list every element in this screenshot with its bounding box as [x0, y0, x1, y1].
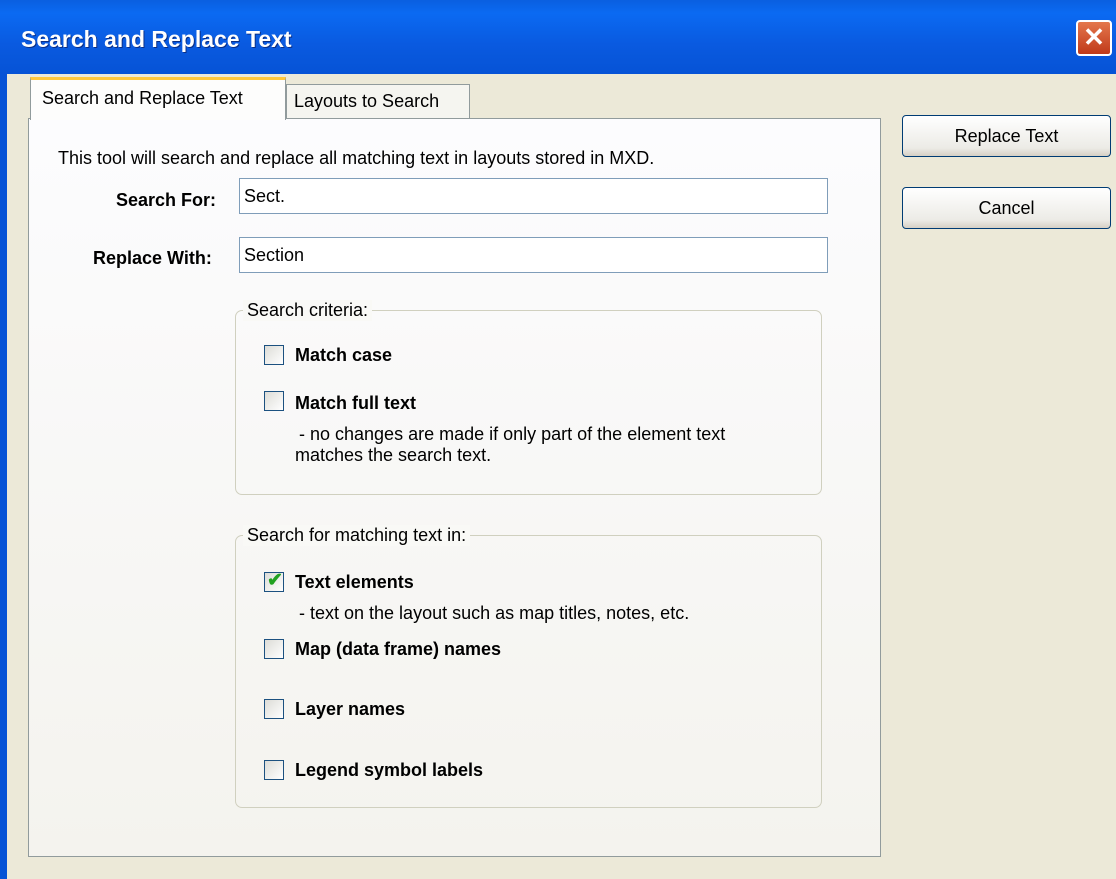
window-frame [0, 74, 7, 879]
layer-names-checkbox[interactable] [264, 699, 284, 719]
close-icon: ✕ [1083, 22, 1105, 52]
checkmark-icon: ✔ [267, 570, 283, 591]
replace-text-button[interactable]: Replace Text [902, 115, 1111, 157]
map-names-checkbox[interactable] [264, 639, 284, 659]
match-full-text-label[interactable]: Match full text [295, 393, 416, 414]
close-button[interactable]: ✕ [1076, 20, 1112, 56]
intro-text: This tool will search and replace all ma… [58, 148, 655, 168]
dialog-window: Search and Replace Text ✕ Layouts to Sea… [0, 0, 1116, 879]
map-names-label[interactable]: Map (data frame) names [295, 639, 501, 660]
tab-layouts-to-search[interactable]: Layouts to Search [286, 84, 470, 119]
match-full-text-note: - no changes are made if only part of th… [299, 424, 726, 444]
text-elements-checkbox[interactable]: ✔ [264, 570, 284, 592]
tab-search-and-replace[interactable]: Search and Replace Text [30, 77, 286, 120]
match-case-checkbox[interactable] [264, 345, 284, 365]
search-criteria-legend: Search criteria: [243, 300, 373, 321]
replace-with-input[interactable] [239, 237, 828, 273]
match-full-text-note-2: matches the search text. [295, 445, 492, 465]
search-for-label: Search For: [116, 190, 217, 210]
title-bar[interactable]: Search and Replace Text ✕ [0, 0, 1116, 74]
text-elements-note: - text on the layout such as map titles,… [299, 603, 690, 623]
legend-symbol-labels-label[interactable]: Legend symbol labels [295, 760, 483, 781]
cancel-button[interactable]: Cancel [902, 187, 1111, 229]
match-full-text-checkbox[interactable] [264, 391, 284, 411]
search-in-legend: Search for matching text in: [243, 525, 471, 546]
match-case-label[interactable]: Match case [295, 345, 392, 366]
replace-with-label: Replace With: [93, 248, 212, 268]
text-elements-label[interactable]: Text elements [295, 572, 414, 593]
window-title: Search and Replace Text [21, 26, 292, 52]
layer-names-label[interactable]: Layer names [295, 699, 405, 720]
legend-symbol-labels-checkbox[interactable] [264, 760, 284, 780]
search-for-input[interactable] [239, 178, 828, 214]
